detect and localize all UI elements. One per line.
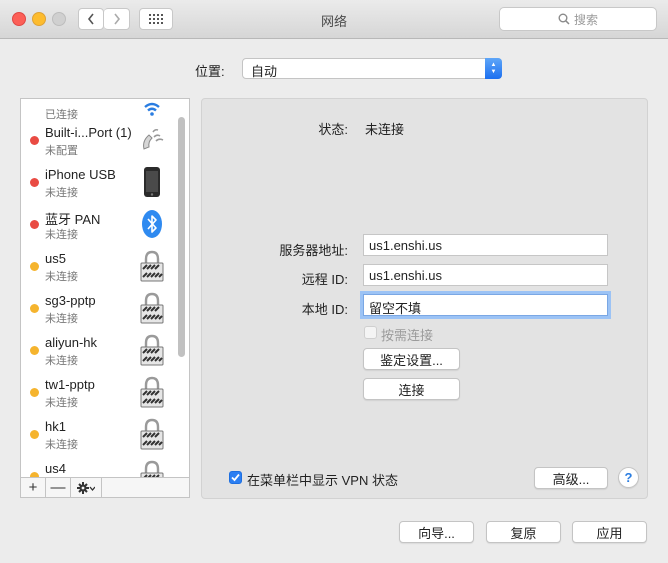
- location-value: 自动: [251, 64, 278, 79]
- service-item-iphone-usb[interactable]: iPhone USB 未连接: [21, 163, 171, 205]
- vpn-lock-icon: [140, 250, 164, 282]
- vpn-lock-icon: [140, 292, 164, 324]
- service-item-aliyun-hk[interactable]: aliyun-hk 未连接: [21, 331, 171, 373]
- status-dot: [30, 388, 39, 397]
- apply-button[interactable]: 应用: [572, 521, 647, 543]
- title-bar: 网络 搜索: [0, 0, 668, 39]
- on-demand-label: 按需连接: [381, 328, 434, 343]
- service-status: 未连接: [45, 313, 78, 325]
- on-demand-checkbox[interactable]: [364, 326, 377, 339]
- status-dot: [30, 430, 39, 439]
- vpn-lock-icon: [140, 376, 164, 408]
- gear-menu-icon: [77, 481, 95, 494]
- sidebar-scrollbar[interactable]: [178, 117, 185, 357]
- service-status: 已连接: [45, 109, 78, 121]
- service-status: 未连接: [45, 355, 78, 367]
- iphone-icon: [144, 167, 160, 197]
- service-status: 未连接: [45, 397, 78, 409]
- local-id-field[interactable]: 留空不填: [363, 294, 608, 316]
- phone-icon: [143, 128, 164, 150]
- service-name: iPhone USB: [45, 167, 116, 182]
- authentication-settings-button[interactable]: 鉴定设置...: [363, 348, 460, 370]
- location-label: 位置:: [195, 64, 225, 79]
- service-list[interactable]: 已连接 Built-i...Port (1) 未配置 iPhone USB 未连…: [20, 98, 190, 498]
- service-item-tw1-pptp[interactable]: tw1-pptp 未连接: [21, 373, 171, 415]
- service-item-sg3-pptp[interactable]: sg3-pptp 未连接: [21, 289, 171, 331]
- location-select[interactable]: 自动 ▲ ▼: [242, 58, 502, 79]
- service-name: Built-i...Port (1): [45, 125, 132, 140]
- status-dot: [30, 304, 39, 313]
- status-label: 状态:: [318, 122, 348, 137]
- vpn-lock-icon: [140, 334, 164, 366]
- service-item-hk1[interactable]: hk1 未连接: [21, 415, 171, 457]
- server-address-label: 服务器地址:: [279, 243, 348, 258]
- select-arrows-icon: ▲ ▼: [485, 58, 502, 79]
- show-vpn-status-checkbox[interactable]: [229, 471, 242, 484]
- service-name: us5: [45, 251, 66, 266]
- service-status: 未连接: [45, 229, 78, 241]
- search-icon: [558, 13, 570, 25]
- status-dot: [30, 220, 39, 229]
- remove-service-button[interactable]: —: [46, 478, 71, 497]
- status-dot: [30, 178, 39, 187]
- status-dot: [30, 346, 39, 355]
- service-name: tw1-pptp: [45, 377, 95, 392]
- service-status: 未配置: [45, 145, 78, 157]
- show-vpn-status-label: 在菜单栏中显示 VPN 状态: [247, 473, 398, 488]
- advanced-button[interactable]: 高级...: [534, 467, 608, 489]
- remote-id-field[interactable]: us1.enshi.us: [363, 264, 608, 286]
- search-placeholder: 搜索: [573, 12, 598, 27]
- service-status: 未连接: [45, 271, 78, 283]
- revert-button[interactable]: 复原: [486, 521, 561, 543]
- service-name: aliyun-hk: [45, 335, 98, 350]
- status-dot: [30, 136, 39, 145]
- status-value: 未连接: [365, 122, 405, 137]
- bluetooth-icon: [142, 210, 162, 238]
- sidebar-toolbar: + —: [20, 477, 190, 498]
- service-status: 未连接: [45, 187, 78, 199]
- status-dot: [30, 262, 39, 271]
- help-button[interactable]: ?: [618, 467, 639, 488]
- service-item-builtin-port[interactable]: Built-i...Port (1) 未配置: [21, 121, 171, 163]
- action-menu-button[interactable]: [71, 478, 102, 497]
- checkmark-icon: [231, 473, 240, 482]
- connect-button[interactable]: 连接: [363, 378, 460, 400]
- local-id-label: 本地 ID:: [301, 302, 348, 317]
- assist-me-button[interactable]: 向导...: [399, 521, 474, 543]
- service-item-bluetooth-pan[interactable]: 蓝牙 PAN 未连接: [21, 205, 171, 247]
- service-item-us5[interactable]: us5 未连接: [21, 247, 171, 289]
- add-service-button[interactable]: +: [21, 478, 46, 497]
- service-status: 未连接: [45, 439, 78, 451]
- service-name: us4: [45, 461, 66, 476]
- remote-id-label: 远程 ID:: [301, 272, 348, 287]
- service-name: sg3-pptp: [45, 293, 96, 308]
- vpn-lock-icon: [140, 418, 164, 450]
- server-address-field[interactable]: us1.enshi.us: [363, 234, 608, 256]
- search-field[interactable]: 搜索: [499, 7, 657, 31]
- service-name: hk1: [45, 419, 66, 434]
